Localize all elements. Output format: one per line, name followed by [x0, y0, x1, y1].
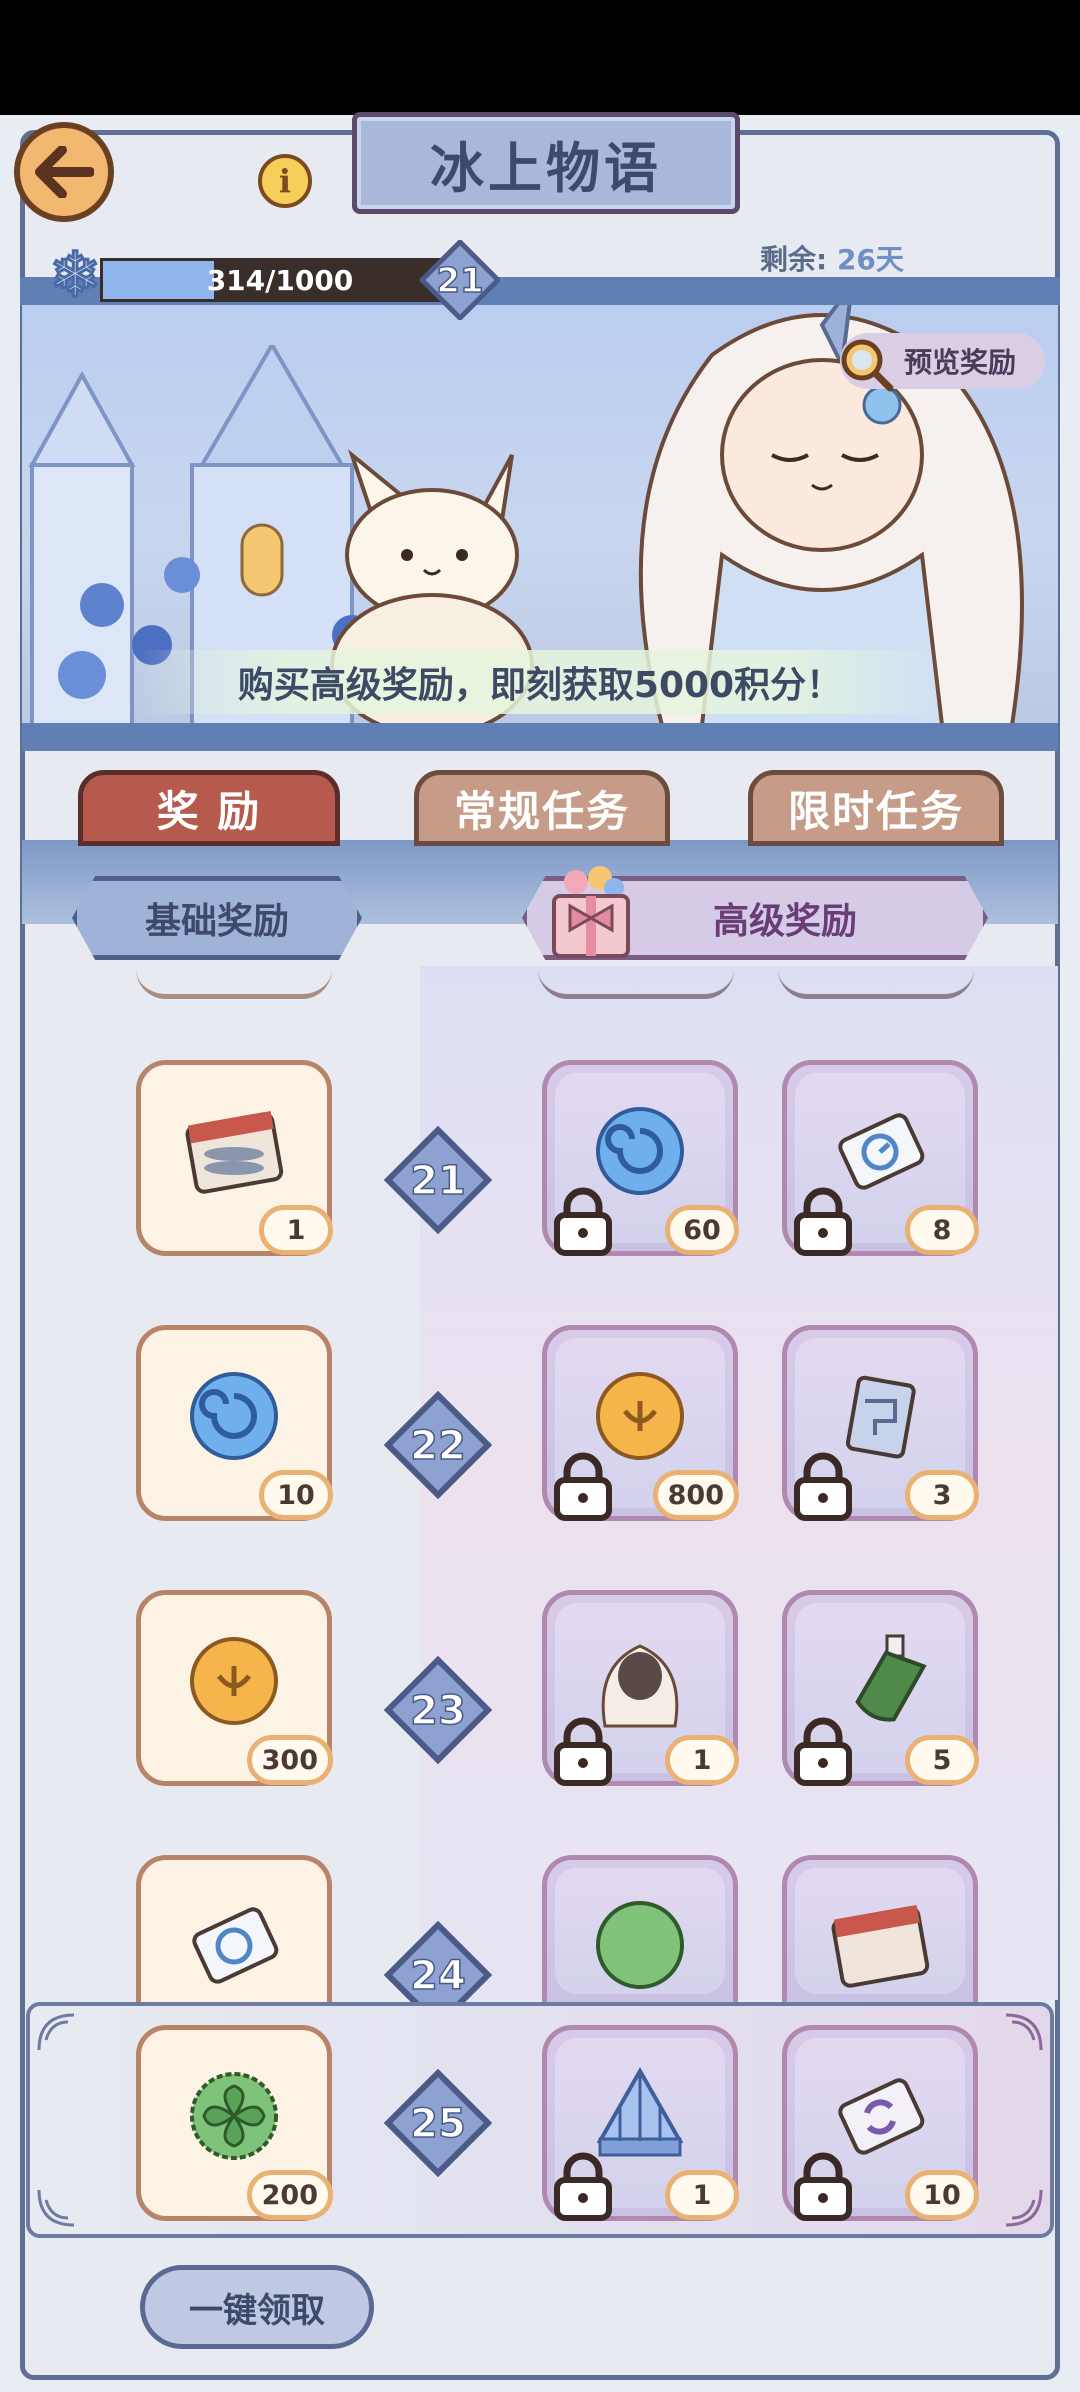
- lock-icon: [554, 1452, 612, 1521]
- green-clover-orb-icon: [190, 2071, 278, 2160]
- back-button[interactable]: [14, 122, 114, 222]
- premium-reward-card[interactable]: 1: [542, 1590, 739, 1786]
- basic-reward-card[interactable]: 10: [136, 1325, 333, 1521]
- basic-reward-card[interactable]: 200: [136, 2025, 333, 2221]
- level-badge-23: 23: [384, 1656, 492, 1764]
- premium-reward-card[interactable]: 60: [542, 1060, 739, 1256]
- level-number: 25: [410, 2101, 466, 2147]
- level-number: 23: [410, 1688, 466, 1734]
- current-level-text: 21: [436, 261, 483, 301]
- reward-quantity: 60: [665, 1205, 739, 1255]
- level-number: 24: [410, 1953, 466, 1999]
- lock-icon: [554, 1187, 612, 1256]
- level-badge-21: 21: [384, 1126, 492, 1234]
- ornament-corner-icon: [37, 2013, 75, 2051]
- progress-text: 314/1000: [206, 263, 354, 297]
- lock-icon: [794, 1717, 852, 1786]
- progress-bar: 314/1000: [100, 258, 460, 302]
- level-number: 22: [410, 1423, 466, 1469]
- reward-card-partial: [778, 954, 974, 999]
- gift-box-icon: [552, 866, 630, 958]
- reward-quantity: 5: [905, 1735, 979, 1785]
- magnifier-icon: [841, 339, 894, 392]
- fish-crate-icon: [185, 1110, 284, 1194]
- gold-coin-icon: [190, 1636, 278, 1725]
- premium-reward-card[interactable]: 1: [542, 2025, 739, 2221]
- lock-icon: [554, 2152, 612, 2221]
- reward-card-partial: [538, 954, 734, 999]
- tab-rewards[interactable]: 奖 励: [78, 770, 340, 846]
- premium-reward-card[interactable]: 8: [782, 1060, 979, 1256]
- level-badge-22: 22: [384, 1391, 492, 1499]
- premium-reward-card[interactable]: [542, 1855, 738, 2002]
- reward-quantity: 300: [246, 1735, 333, 1785]
- event-title: 冰上物语: [352, 112, 740, 214]
- basic-reward-card[interactable]: [136, 1855, 332, 2002]
- reward-quantity: 10: [905, 2170, 979, 2220]
- reward-quantity: 1: [665, 2170, 739, 2220]
- level-badge-25: 25: [384, 2069, 492, 2177]
- reward-quantity: 800: [652, 1470, 739, 1520]
- basic-reward-card[interactable]: 1: [136, 1060, 333, 1256]
- banner-bottom-strip: [22, 723, 1058, 751]
- lock-icon: [794, 2152, 852, 2221]
- ornament-corner-icon: [1005, 2013, 1043, 2051]
- lock-icon: [794, 1452, 852, 1521]
- fish-crate-icon: [831, 1905, 930, 1988]
- reward-quantity: 10: [259, 1470, 333, 1520]
- preview-rewards-label: 预览奖励: [904, 346, 1017, 379]
- green-clover-orb-icon: [596, 1901, 684, 1990]
- lock-icon: [794, 1187, 852, 1256]
- premium-reward-card[interactable]: [782, 1855, 978, 2002]
- claim-all-button[interactable]: 一键领取: [140, 2265, 374, 2349]
- current-level-badge: 21: [420, 240, 500, 320]
- tab-limited-tasks[interactable]: 限时任务: [748, 770, 1004, 846]
- tab-regular-tasks[interactable]: 常规任务: [414, 770, 670, 846]
- reward-quantity: 200: [246, 2170, 333, 2220]
- speed-ticket-icon: [192, 1907, 279, 1984]
- reward-quantity: 8: [905, 1205, 979, 1255]
- reward-card-partial: [136, 954, 332, 999]
- reward-quantity: 3: [905, 1470, 979, 1520]
- lock-icon: [554, 1717, 612, 1786]
- ornament-corner-icon: [37, 2189, 75, 2227]
- premium-reward-card[interactable]: 10: [782, 2025, 979, 2221]
- blue-swirl-orb-icon: [190, 1371, 278, 1460]
- promo-text: 购买高级奖励，即刻获取5000积分！: [140, 650, 940, 714]
- remaining-label: 剩余:: [760, 243, 828, 276]
- premium-reward-card[interactable]: 800: [542, 1325, 739, 1521]
- level-number: 21: [410, 1158, 466, 1204]
- basic-rewards-header: 基础奖励: [72, 876, 362, 960]
- reward-quantity: 1: [665, 1735, 739, 1785]
- back-arrow-icon: [35, 146, 94, 198]
- premium-reward-card[interactable]: 3: [782, 1325, 979, 1521]
- remaining-time: 剩余: 26天: [760, 238, 904, 278]
- remaining-value: 26天: [836, 243, 904, 276]
- basic-reward-card[interactable]: 300: [136, 1590, 333, 1786]
- premium-reward-card[interactable]: 5: [782, 1590, 979, 1786]
- snowflake-icon: ❄: [48, 238, 103, 311]
- reward-quantity: 1: [259, 1205, 333, 1255]
- info-icon: i: [278, 162, 292, 200]
- info-button[interactable]: i: [258, 154, 312, 208]
- ornament-corner-icon: [1005, 2189, 1043, 2227]
